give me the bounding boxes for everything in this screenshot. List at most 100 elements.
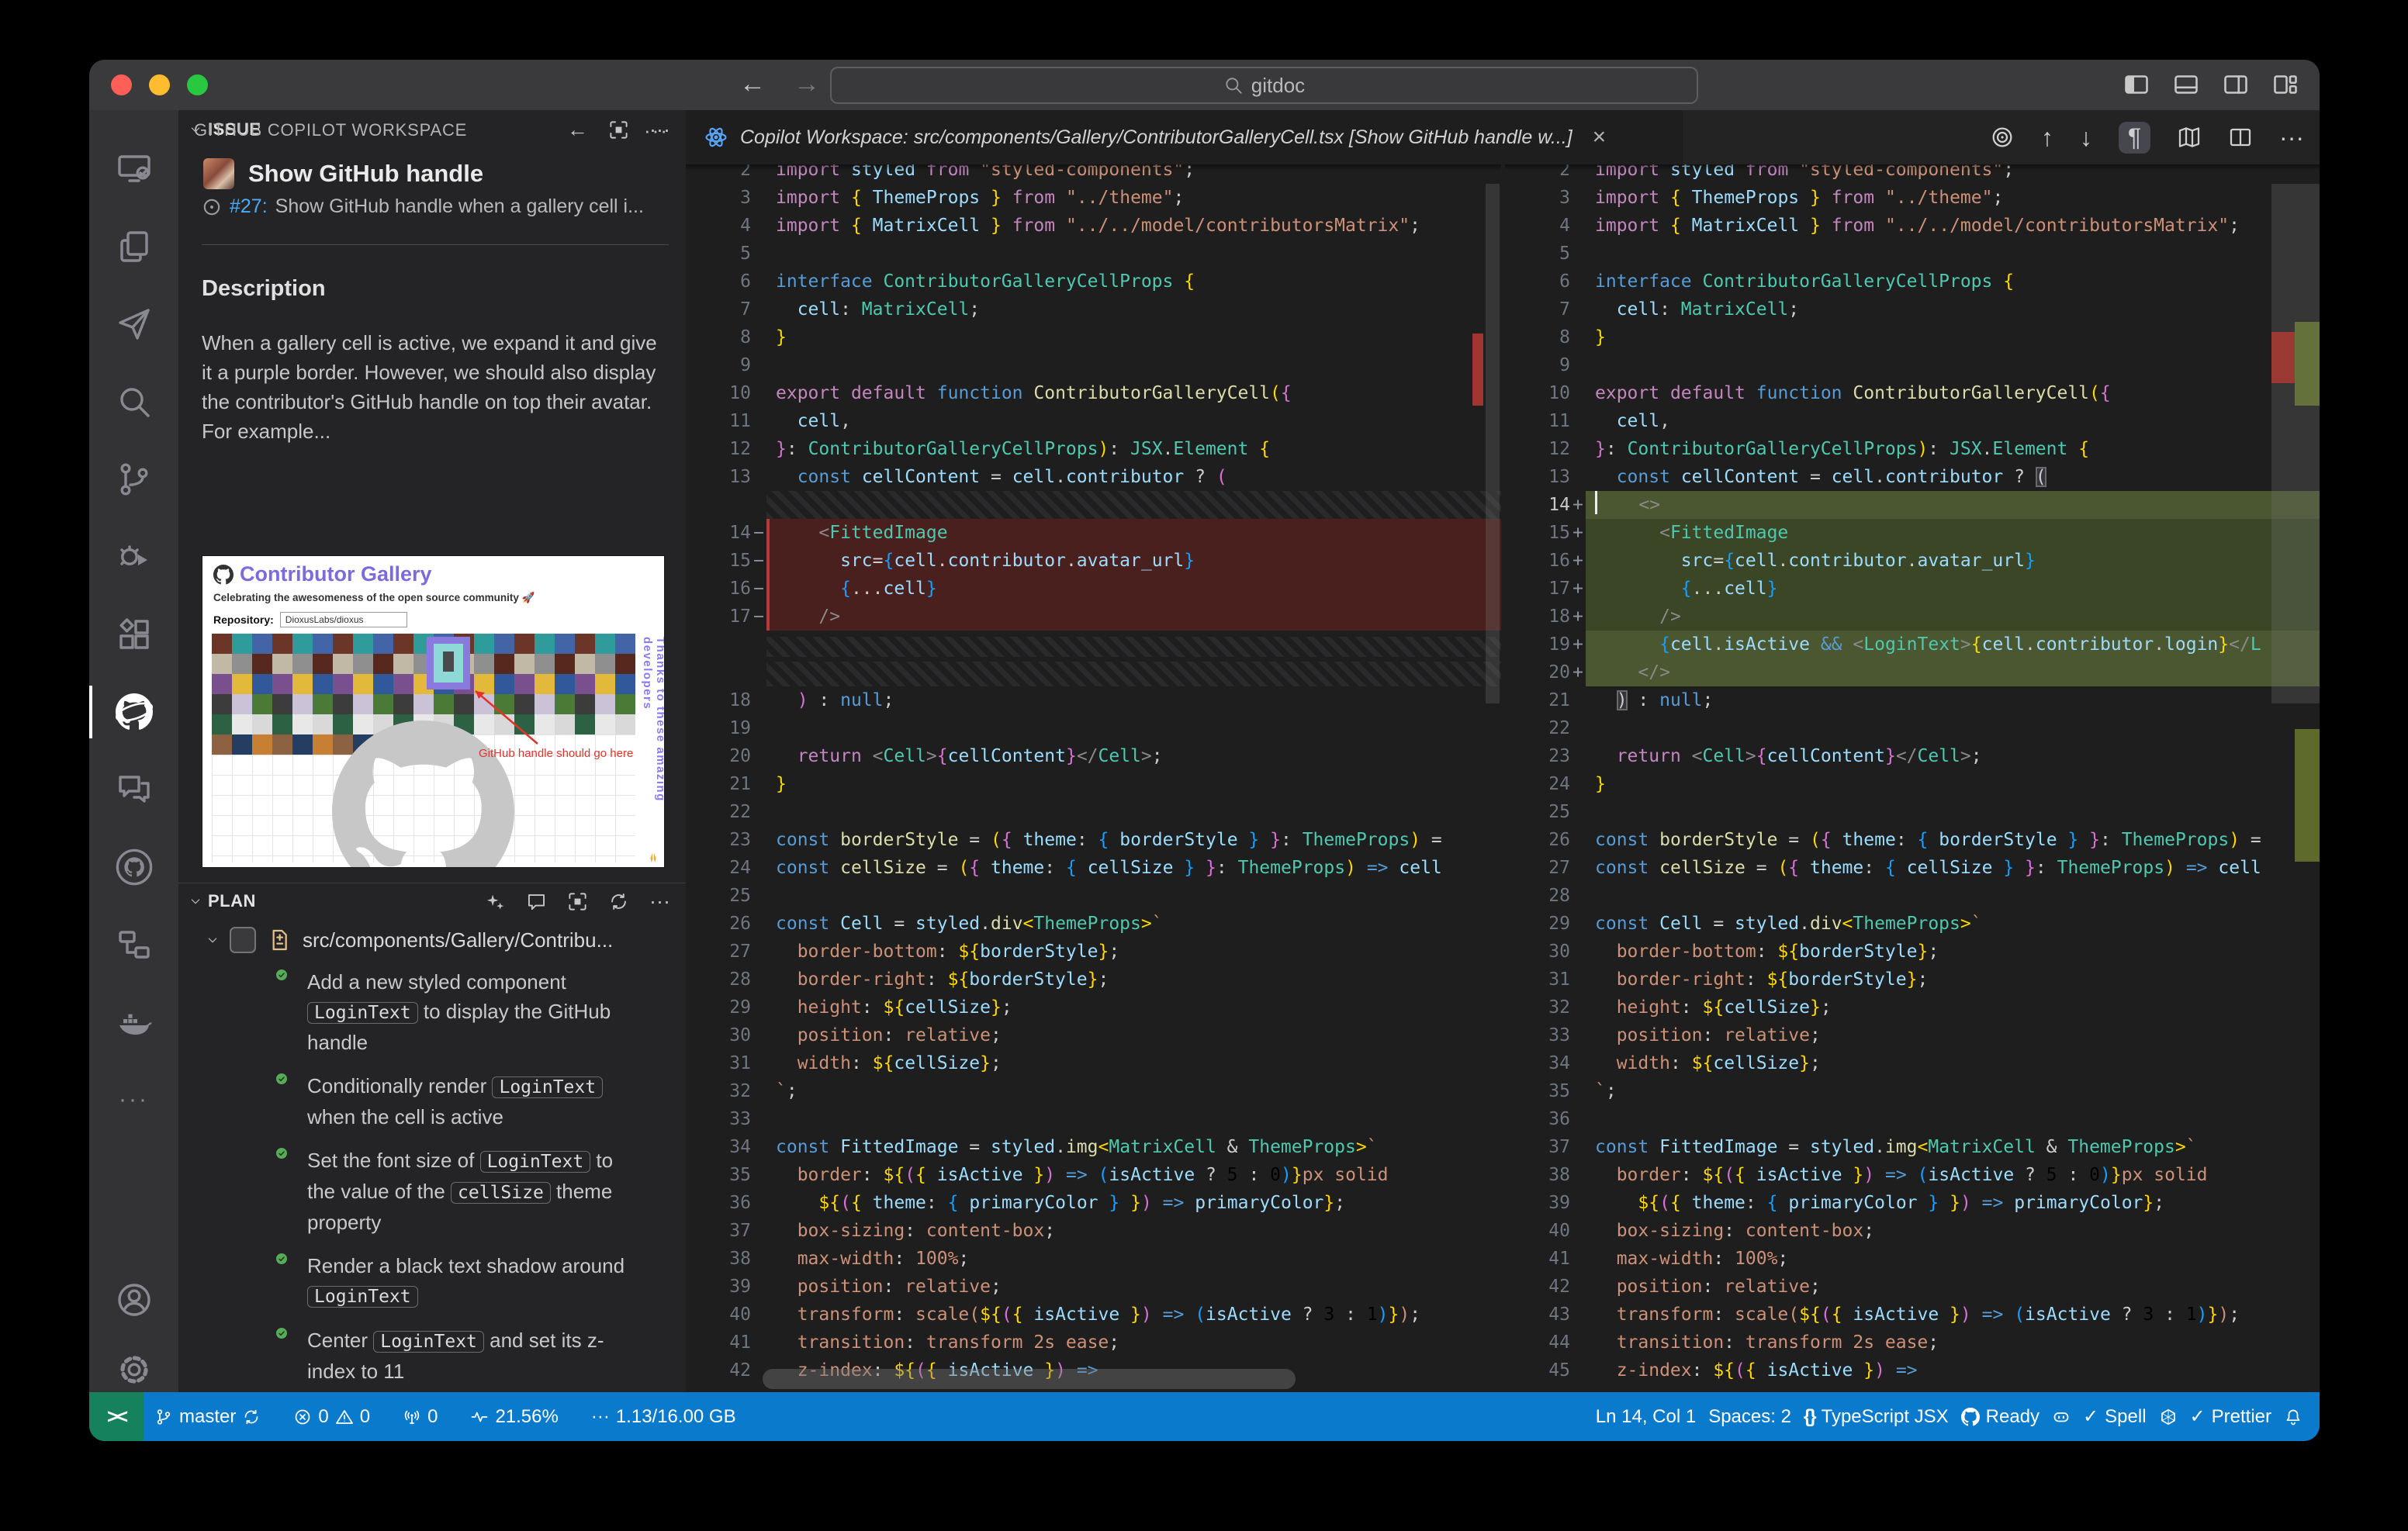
code-line[interactable]: 29 height: ${cellSize};	[686, 994, 1501, 1021]
code-line[interactable]: 5	[1505, 240, 2320, 268]
code-line[interactable]: 8}	[1505, 323, 2320, 351]
code-line[interactable]: 41 transition: transform 2s ease;	[686, 1329, 1501, 1356]
code-line[interactable]: 2import styled from "styled-components";	[1505, 164, 2320, 184]
code-line[interactable]: 17+ {...cell}	[1505, 575, 2320, 603]
plan-section-header[interactable]: PLAN ···	[178, 883, 686, 919]
code-line[interactable]: 3import { ThemeProps } from "../theme";	[686, 184, 1501, 212]
tab-contributor-gallery-cell[interactable]: Copilot Workspace: src/components/Galler…	[686, 110, 1683, 164]
toggle-secondary-sidebar-icon[interactable]	[2222, 71, 2250, 98]
notifications-status[interactable]	[2284, 1408, 2302, 1426]
code-line[interactable]: 25	[1505, 798, 2320, 826]
code-line[interactable]: 19	[686, 714, 1501, 742]
code-line[interactable]: 13 const cellContent = cell.contributor …	[1505, 463, 2320, 491]
code-line[interactable]: 12}: ContributorGalleryCellProps): JSX.E…	[686, 435, 1501, 463]
code-line[interactable]: 35 border: ${({ isActive }) => (isActive…	[686, 1161, 1501, 1189]
code-line[interactable]: 9	[1505, 351, 2320, 379]
copilot-workspace-icon[interactable]	[89, 676, 178, 748]
code-line[interactable]: 30 position: relative;	[686, 1021, 1501, 1049]
remote-indicator[interactable]: ><	[89, 1392, 144, 1441]
code-line[interactable]: 26const borderStyle = ({ theme: { border…	[1505, 826, 2320, 854]
code-line[interactable]: 6interface ContributorGalleryCellProps {	[686, 268, 1501, 295]
code-line[interactable]: 37 box-sizing: content-box;	[686, 1217, 1501, 1245]
code-line[interactable]: 34const FittedImage = styled.img<MatrixC…	[686, 1133, 1501, 1161]
comments-icon[interactable]	[89, 754, 178, 825]
spell-status[interactable]: ✓ Spell	[2083, 1405, 2146, 1428]
close-tab-icon[interactable]: ×	[1593, 124, 1607, 150]
code-line[interactable]: 8}	[686, 323, 1501, 351]
diff-editor-original[interactable]: 2import styled from "styled-components";…	[686, 164, 1501, 1392]
code-line[interactable]: 5	[686, 240, 1501, 268]
accounts-icon[interactable]	[89, 1264, 178, 1336]
code-line[interactable]: 7 cell: MatrixCell;	[686, 295, 1501, 323]
code-line[interactable]: 37const FittedImage = styled.img<MatrixC…	[1505, 1133, 2320, 1161]
code-line[interactable]: 27 border-bottom: ${borderStyle};	[686, 938, 1501, 966]
code-line[interactable]: 44 transition: transform 2s ease;	[1505, 1329, 2320, 1356]
code-line[interactable]: 32 height: ${cellSize};	[1505, 994, 2320, 1021]
diff-editor-modified[interactable]: 2import styled from "styled-components";…	[1505, 164, 2320, 1392]
code-line[interactable]: 3import { ThemeProps } from "../theme";	[1505, 184, 2320, 212]
comment-icon[interactable]	[526, 891, 547, 912]
right-vertical-scrollbar[interactable]	[2271, 184, 2320, 703]
command-center-search[interactable]: gitdoc	[830, 67, 1698, 104]
code-line[interactable]: 42 position: relative;	[1505, 1273, 2320, 1301]
code-line[interactable]: 11 cell,	[1505, 407, 2320, 435]
code-line[interactable]: 2import styled from "styled-components";	[686, 164, 1501, 184]
minimize-window-button[interactable]	[149, 74, 170, 95]
plan-step[interactable]: Conditionally render LoginText when the …	[268, 1071, 641, 1132]
plan-step[interactable]: Set the font size of LoginText to the va…	[268, 1146, 641, 1237]
code-line[interactable]: 32`;	[686, 1077, 1501, 1105]
code-line[interactable]: 36 ${({ theme: { primaryColor } }) => pr…	[686, 1189, 1501, 1217]
plan-step[interactable]: Render a black text shadow around LoginT…	[268, 1251, 641, 1312]
code-line[interactable]: 24const cellSize = ({ theme: { cellSize …	[686, 854, 1501, 882]
copilot-status[interactable]	[2052, 1408, 2071, 1426]
graphql-status[interactable]	[2159, 1408, 2178, 1426]
plan-step[interactable]: Center LoginText and set its z-index to …	[268, 1325, 641, 1386]
code-line[interactable]: 12}: ContributorGalleryCellProps): JSX.E…	[1505, 435, 2320, 463]
source-control-icon[interactable]	[89, 444, 178, 515]
code-line[interactable]: 18+ />	[1505, 603, 2320, 631]
extensions-icon[interactable]	[89, 599, 178, 670]
code-line[interactable]: 33	[686, 1105, 1501, 1133]
additional-views-icon[interactable]: ···	[89, 1064, 178, 1135]
code-line[interactable]: 18 ) : null;	[686, 686, 1501, 714]
code-line[interactable]: 43 transform: scale(${({ isActive }) => …	[1505, 1301, 2320, 1329]
code-line[interactable]: 13 const cellContent = cell.contributor …	[686, 463, 1501, 491]
split-editor-icon[interactable]	[2228, 125, 2253, 150]
ports-status[interactable]: 0	[403, 1406, 438, 1428]
code-line[interactable]: 4import { MatrixCell } from "../../model…	[1505, 212, 2320, 240]
code-line[interactable]: 10export default function ContributorGal…	[1505, 379, 2320, 407]
code-line[interactable]: 22	[1505, 714, 2320, 742]
org-chart-icon[interactable]	[89, 909, 178, 980]
cursor-position-status[interactable]: Ln 14, Col 1	[1596, 1406, 1696, 1428]
code-line[interactable]: 6interface ContributorGalleryCellProps {	[1505, 268, 2320, 295]
history-back-icon[interactable]: ←	[739, 69, 766, 99]
code-line[interactable]: 17− />	[686, 603, 1501, 631]
cpu-status[interactable]: 21.56%	[470, 1406, 558, 1428]
code-line[interactable]: 26const Cell = styled.div<ThemeProps>`	[686, 910, 1501, 938]
code-line[interactable]: 14+ <>	[1505, 491, 2320, 519]
code-line[interactable]: 16− {...cell}	[686, 575, 1501, 603]
code-line[interactable]: 29const Cell = styled.div<ThemeProps>`	[1505, 910, 2320, 938]
prettier-status[interactable]: ✓ Prettier	[2190, 1405, 2271, 1428]
refresh-icon[interactable]	[608, 891, 629, 912]
close-window-button[interactable]	[111, 74, 132, 95]
code-line[interactable]: 34 width: ${cellSize};	[1505, 1049, 2320, 1077]
github-icon[interactable]	[89, 831, 178, 903]
github-ready-status[interactable]: Ready	[1961, 1406, 2040, 1428]
code-line[interactable]: 45 z-index: ${({ isActive }) =>	[1505, 1356, 2320, 1384]
code-line[interactable]: 15+ <FittedImage	[1505, 519, 2320, 547]
render-whitespace-icon[interactable]: ¶	[2119, 122, 2150, 154]
focus-icon[interactable]	[567, 891, 588, 912]
plan-step[interactable]: Add a new styled component LoginText to …	[268, 967, 641, 1057]
more-actions-icon[interactable]: ···	[2279, 123, 2304, 152]
open-preview-icon[interactable]	[2177, 125, 2202, 150]
code-line[interactable]: 24}	[1505, 770, 2320, 798]
code-line[interactable]: 38 border: ${({ isActive }) => (isActive…	[1505, 1161, 2320, 1189]
customize-layout-icon[interactable]	[2271, 71, 2299, 98]
explorer-icon[interactable]	[89, 211, 178, 282]
code-line[interactable]: 20+ </>	[1505, 658, 2320, 686]
left-vertical-scrollbar[interactable]	[1486, 184, 1500, 703]
code-line[interactable]: 39 position: relative;	[686, 1273, 1501, 1301]
code-line[interactable]: 35`;	[1505, 1077, 2320, 1105]
next-change-icon[interactable]: ↓	[2080, 123, 2092, 152]
